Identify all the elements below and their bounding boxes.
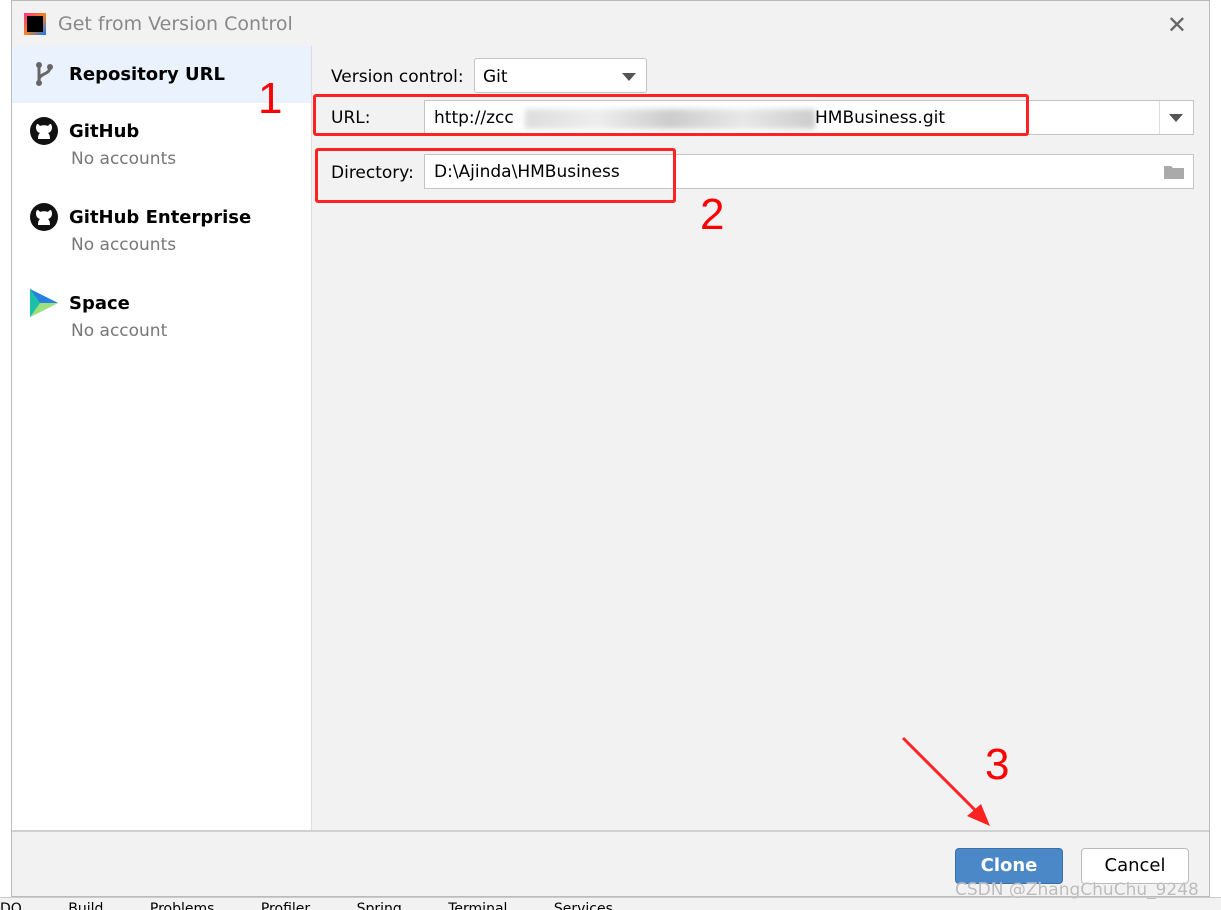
background-ide-right [1210,0,1221,900]
sidebar-item-space[interactable]: Space No account [12,275,311,361]
clone-button[interactable]: Clone [955,848,1063,884]
annotation-number-2: 2 [700,190,725,239]
sidebar-item-status: No accounts [71,149,177,169]
sidebar-item-status: No account [71,321,168,341]
annotation-box-directory [315,148,676,203]
sidebar-item-label: GitHub [69,121,140,142]
dialog-title: Get from Version Control [58,12,293,35]
github-icon [30,203,58,231]
sidebar-item-status: No accounts [71,235,177,255]
sidebar-item-label: Space [69,293,130,314]
title-bar: Get from Version Control ✕ [12,1,1209,46]
annotation-arrow [901,736,990,826]
cancel-button[interactable]: Cancel [1081,848,1189,884]
annotation-number-1: 1 [258,74,283,123]
version-control-label: Version control: [331,67,464,87]
tool-tab-spring[interactable]: Spring [357,898,402,910]
close-icon[interactable]: ✕ [1167,11,1187,39]
branch-icon [36,62,53,86]
background-ide-left [0,0,11,900]
github-icon [30,117,58,145]
version-control-select[interactable]: Git [474,58,647,93]
tool-tab[interactable]: DO [0,898,22,910]
url-history-dropdown[interactable] [1159,101,1193,134]
annotation-box-url [313,94,1029,136]
intellij-logo-icon [24,12,46,35]
tool-tab-problems[interactable]: Problems [150,898,215,910]
tool-tab-services[interactable]: Services [554,898,613,910]
footer-separator [12,830,1209,832]
chevron-down-icon [1169,114,1183,122]
version-control-value: Git [483,67,508,87]
chevron-down-icon [622,73,636,81]
tool-tab-profiler[interactable]: Profiler [261,898,310,910]
space-icon [30,289,58,317]
sidebar-item-label: GitHub Enterprise [69,207,252,228]
sidebar-item-github-enterprise[interactable]: GitHub Enterprise No accounts [12,189,311,275]
sidebar-item-label: Repository URL [69,64,225,85]
watermark: CSDN @ZhangChuChu_9248 [955,880,1199,900]
sidebar: Repository URL GitHub No accounts GitHub… [12,46,312,830]
tool-tab-build[interactable]: Build [68,898,103,910]
folder-icon[interactable] [1163,164,1185,180]
tool-tab-terminal[interactable]: Terminal [448,898,507,910]
